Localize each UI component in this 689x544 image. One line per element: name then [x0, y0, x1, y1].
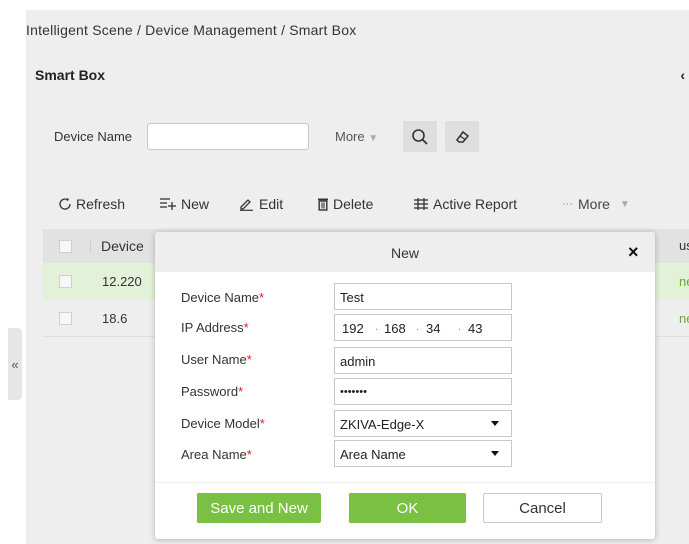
more-filter-label: More — [335, 129, 365, 144]
delete-label: Delete — [333, 196, 374, 212]
status-cell: ne — [679, 274, 689, 289]
ip-address-field[interactable]: 192 . 168 . 34 . 43 — [334, 314, 512, 341]
breadcrumb: Intelligent Scene / Device Management / … — [26, 10, 689, 48]
report-settings-icon — [414, 198, 428, 210]
device-model-value: ZKIVA-Edge-X — [340, 417, 425, 432]
active-report-button[interactable]: Active Report — [413, 196, 517, 212]
device-model-label-text: Device Model — [181, 416, 260, 431]
app-root: Intelligent Scene / Device Management / … — [0, 0, 689, 544]
ip-address-label-text: IP Address — [181, 320, 244, 335]
area-name-value: Area Name — [340, 447, 406, 462]
device-name-label: Device Name* — [181, 290, 264, 305]
refresh-button[interactable]: Refresh — [58, 196, 125, 212]
device-name-label-text: Device Name — [181, 290, 260, 305]
column-divider — [90, 239, 91, 253]
device-model-select[interactable]: ZKIVA-Edge-X — [334, 410, 512, 437]
device-name-search-input[interactable] — [147, 123, 309, 150]
search-button[interactable] — [403, 121, 437, 152]
device-model-label: Device Model* — [181, 416, 265, 431]
trash-icon — [318, 198, 328, 211]
refresh-label: Refresh — [76, 196, 126, 212]
row-checkbox[interactable] — [59, 275, 72, 288]
new-button[interactable]: New — [159, 196, 209, 212]
required-marker: * — [238, 384, 244, 399]
search-icon — [412, 128, 428, 145]
new-label: New — [181, 196, 210, 212]
area-name-label: Area Name* — [181, 447, 252, 462]
add-list-icon — [160, 198, 176, 210]
more-actions-label: More — [578, 196, 610, 212]
device-cell: 12.220 — [102, 274, 142, 289]
device-column-header[interactable]: Device — [101, 238, 144, 254]
ip-octet-3[interactable]: 34 — [426, 321, 440, 336]
active-report-label: Active Report — [433, 196, 518, 212]
caret-down-icon: ▼ — [619, 198, 630, 210]
panel-title: Smart Box — [35, 67, 106, 83]
ip-dot: . — [458, 321, 462, 333]
close-icon[interactable]: × — [628, 242, 639, 263]
required-marker: * — [259, 290, 265, 305]
select-all-checkbox[interactable] — [59, 240, 72, 253]
password-label: Password* — [181, 384, 243, 399]
pencil-icon — [240, 199, 253, 211]
edit-button[interactable]: Edit — [239, 196, 283, 212]
area-name-label-text: Area Name — [181, 447, 247, 462]
required-marker: * — [246, 447, 252, 462]
dropdown-arrow-icon — [491, 451, 499, 456]
user-name-label: User Name* — [181, 352, 252, 367]
user-name-field[interactable]: admin — [334, 347, 512, 374]
delete-button[interactable]: Delete — [317, 196, 373, 212]
device-name-field[interactable]: Test — [334, 283, 512, 310]
required-marker: * — [243, 320, 249, 335]
dropdown-arrow-icon — [491, 421, 499, 426]
cancel-button[interactable]: Cancel — [483, 493, 602, 523]
dialog-header: New × — [155, 232, 655, 272]
eraser-icon — [456, 130, 470, 143]
refresh-icon — [59, 197, 71, 210]
ok-button[interactable]: OK — [349, 493, 466, 523]
edit-label: Edit — [259, 196, 284, 212]
new-device-dialog: New × Device Name* Test IP Address* 192 … — [155, 232, 655, 539]
ip-address-label: IP Address* — [181, 320, 249, 335]
dialog-footer-divider — [155, 482, 655, 483]
user-name-label-text: User Name — [181, 352, 247, 367]
collapse-icon[interactable]: ‹ — [680, 67, 685, 83]
password-label-text: Password — [181, 384, 239, 399]
area-name-select[interactable]: Area Name — [334, 440, 512, 467]
ip-dot: . — [375, 321, 379, 333]
status-cell: ne — [679, 311, 689, 326]
more-filter-dropdown[interactable]: More ▼ — [335, 129, 378, 144]
ip-octet-2[interactable]: 168 — [384, 321, 406, 336]
required-marker: * — [259, 416, 265, 431]
required-marker: * — [246, 352, 252, 367]
ip-octet-4[interactable]: 43 — [468, 321, 482, 336]
dialog-title: New — [390, 245, 419, 261]
status-column-header[interactable]: us — [679, 238, 689, 253]
caret-down-icon: ▼ — [368, 133, 379, 144]
expand-sidebar-tab[interactable]: « — [8, 328, 22, 400]
save-and-new-button[interactable]: Save and New — [197, 493, 321, 523]
password-field[interactable]: ••••••• — [334, 378, 512, 405]
ellipsis-icon: ··· — [562, 198, 573, 210]
clear-search-button[interactable] — [445, 121, 479, 152]
more-actions-button[interactable]: ··· More ▼ — [562, 196, 630, 212]
ip-octet-1[interactable]: 192 — [342, 321, 364, 336]
device-name-search-label: Device Name — [54, 129, 133, 144]
row-checkbox[interactable] — [59, 312, 72, 325]
device-cell: 18.6 — [102, 311, 128, 326]
ip-dot: . — [416, 321, 420, 333]
